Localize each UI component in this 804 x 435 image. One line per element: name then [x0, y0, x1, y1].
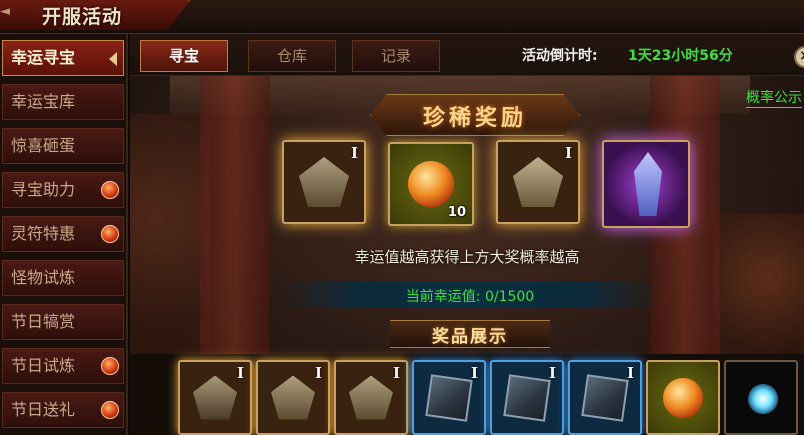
item-tier-label: I	[236, 364, 244, 382]
warrior-rune-icon	[513, 157, 563, 207]
sidebar-item-label: 幸运寻宝	[11, 48, 76, 67]
sparkle-crystal-icon	[748, 384, 778, 414]
item-tier-label: I	[626, 364, 634, 382]
notification-dot-icon	[101, 225, 119, 243]
item-tier-label: I	[564, 144, 572, 162]
item-quantity: 10	[447, 205, 466, 220]
tab-storage[interactable]: 仓库	[248, 40, 336, 72]
sidebar-item-lucky-hunt[interactable]: 幸运寻宝	[2, 40, 124, 76]
sidebar-item-talisman-deal[interactable]: 灵符特惠	[2, 216, 124, 252]
shield-gem-icon	[581, 373, 629, 422]
rare-reward-item[interactable]: I	[496, 140, 580, 224]
background-gate-pillar	[200, 74, 270, 354]
rare-reward-item[interactable]: 10	[388, 142, 474, 226]
prize-item[interactable]: I	[490, 360, 564, 435]
prize-item[interactable]: I	[568, 360, 642, 435]
sidebar-item-label: 怪物试炼	[11, 268, 76, 287]
selected-arrow-icon	[109, 52, 117, 66]
prize-item[interactable]	[646, 360, 720, 435]
prize-item[interactable]: I	[178, 360, 252, 435]
back-arrow-icon[interactable]: ◄	[0, 4, 10, 19]
tab-bar: 寻宝 仓库 记录 活动倒计时: 1天23小时56分 ×	[130, 34, 804, 76]
prize-item[interactable]: I	[256, 360, 330, 435]
prize-display-title: 奖品展示	[432, 327, 508, 347]
sidebar-item-label: 惊喜砸蛋	[11, 136, 76, 155]
prize-item[interactable]: I	[412, 360, 486, 435]
rare-reward-item[interactable]: I	[282, 140, 366, 224]
sidebar-item-lucky-vault[interactable]: 幸运宝库	[2, 84, 124, 120]
sidebar-item-label: 幸运宝库	[11, 92, 76, 111]
fist-rune-icon	[271, 375, 315, 420]
fist-rune-icon	[349, 375, 393, 420]
sidebar-item-holiday-trial[interactable]: 节日试炼	[2, 348, 124, 384]
fire-orb-icon	[663, 377, 703, 418]
title-bar: ◄ 开服活动	[0, 0, 804, 34]
sidebar-item-hunt-boost[interactable]: 寻宝助力	[2, 172, 124, 208]
rare-rewards-title: 珍稀奖励	[422, 105, 527, 131]
item-tier-label: I	[548, 364, 556, 382]
main-panel: 寻宝 仓库 记录 活动倒计时: 1天23小时56分 × 概率公示 珍稀奖励 I …	[130, 34, 804, 435]
notification-dot-icon	[101, 181, 119, 199]
item-tier-label: I	[350, 144, 358, 162]
sidebar: 幸运寻宝 幸运宝库 惊喜砸蛋 寻宝助力 灵符特惠 怪物试炼 节日犒赏 节日试炼 …	[0, 34, 128, 435]
sword-rune-icon	[193, 375, 237, 420]
sidebar-item-label: 寻宝助力	[11, 180, 76, 199]
countdown-label: 活动倒计时:	[522, 48, 598, 64]
notification-dot-icon	[101, 357, 119, 375]
item-tier-label: I	[392, 364, 400, 382]
sidebar-item-label: 节日犒赏	[11, 312, 76, 331]
luck-value-label: 当前幸运值: 0/1500	[405, 289, 535, 305]
sidebar-item-label: 灵符特惠	[11, 224, 76, 243]
background-trees	[714, 214, 804, 374]
tab-hunt[interactable]: 寻宝	[140, 40, 228, 72]
fire-orb-icon	[408, 161, 454, 207]
sidebar-item-label: 节日试炼	[11, 356, 76, 375]
rare-reward-item[interactable]	[602, 140, 690, 228]
armor-set-icon	[634, 152, 662, 216]
background-trees	[130, 114, 210, 374]
item-tier-label: I	[470, 364, 478, 382]
countdown-value: 1天23小时56分	[628, 48, 733, 64]
close-button[interactable]: ×	[794, 46, 804, 68]
sidebar-item-label: 节日送礼	[11, 400, 76, 419]
luck-hint-text: 幸运值越高获得上方大奖概率越高	[354, 248, 580, 266]
tab-records[interactable]: 记录	[352, 40, 440, 72]
sidebar-item-holiday-gift[interactable]: 节日送礼	[2, 392, 124, 428]
page-title: 开服活动	[42, 6, 123, 28]
fist-rune-icon	[299, 157, 349, 207]
prize-item[interactable]: I	[334, 360, 408, 435]
broken-gem-icon	[503, 373, 551, 422]
item-tier-label: I	[314, 364, 322, 382]
notification-dot-icon	[101, 401, 119, 419]
odds-disclosure-link[interactable]: 概率公示	[746, 87, 802, 108]
prize-item[interactable]	[724, 360, 798, 435]
sidebar-item-holiday-reward[interactable]: 节日犒赏	[2, 304, 124, 340]
sidebar-item-monster-trial[interactable]: 怪物试炼	[2, 260, 124, 296]
sidebar-item-egg-smash[interactable]: 惊喜砸蛋	[2, 128, 124, 164]
crossed-swords-gem-icon	[425, 373, 473, 422]
